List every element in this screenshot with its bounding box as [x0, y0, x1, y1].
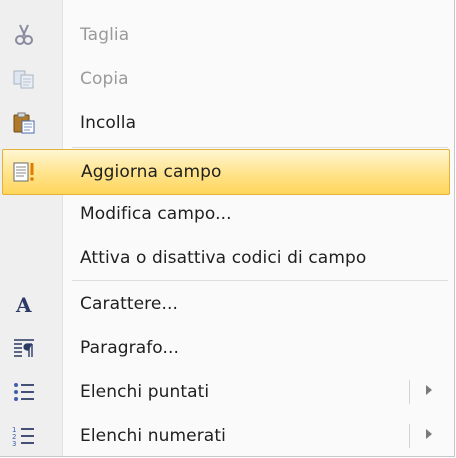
bullets-icon — [12, 381, 36, 403]
menu-item-edit-field[interactable]: Modifica campo... — [0, 192, 452, 236]
svg-text:A: A — [15, 293, 32, 315]
menu-item-font[interactable]: A Carattere... — [0, 282, 452, 326]
submenu-divider — [409, 380, 410, 404]
menu-item-label: Elenchi puntati — [80, 382, 210, 402]
menu-item-bullets[interactable]: Elenchi puntati — [0, 370, 452, 414]
menu-item-label: Modifica campo... — [80, 204, 232, 224]
update-field-icon — [13, 161, 37, 183]
scissors-icon — [12, 24, 36, 46]
menu-separator — [72, 280, 448, 281]
menu-item-label: Attiva o disattiva codici di campo — [80, 248, 367, 268]
menu-item-label: Aggiorna campo — [81, 162, 222, 182]
menu-item-cut[interactable]: Taglia — [0, 13, 452, 57]
menu-item-numbering[interactable]: 1 2 3 Elenchi numerati — [0, 414, 452, 458]
menu-item-update-field[interactable]: Aggiorna campo — [2, 149, 450, 195]
paste-icon — [12, 112, 36, 134]
submenu-arrow-icon[interactable] — [426, 385, 432, 395]
menu-item-label: Paragrafo... — [80, 338, 180, 358]
menu-separator — [72, 147, 448, 148]
paragraph-icon — [12, 337, 36, 359]
menu-item-label: Incolla — [80, 113, 137, 133]
menu-item-toggle-field-codes[interactable]: Attiva o disattiva codici di campo — [0, 236, 452, 280]
menu-item-label: Carattere... — [80, 294, 178, 314]
menu-item-label: Elenchi numerati — [80, 426, 226, 446]
submenu-divider — [409, 424, 410, 448]
menu-item-paste[interactable]: Incolla — [0, 101, 452, 145]
menu-item-paragraph[interactable]: Paragrafo... — [0, 326, 452, 370]
menu-item-label: Taglia — [80, 25, 130, 45]
menu-item-label: Copia — [80, 69, 129, 89]
numbering-icon: 1 2 3 — [12, 425, 36, 448]
context-menu: Taglia Copia Incolla Aggiorna campo Modi… — [0, 0, 455, 457]
menu-item-copy[interactable]: Copia — [0, 57, 452, 101]
svg-text:3: 3 — [12, 440, 16, 447]
copy-icon — [12, 68, 36, 90]
font-icon: A — [12, 293, 36, 317]
submenu-arrow-icon[interactable] — [426, 429, 432, 439]
